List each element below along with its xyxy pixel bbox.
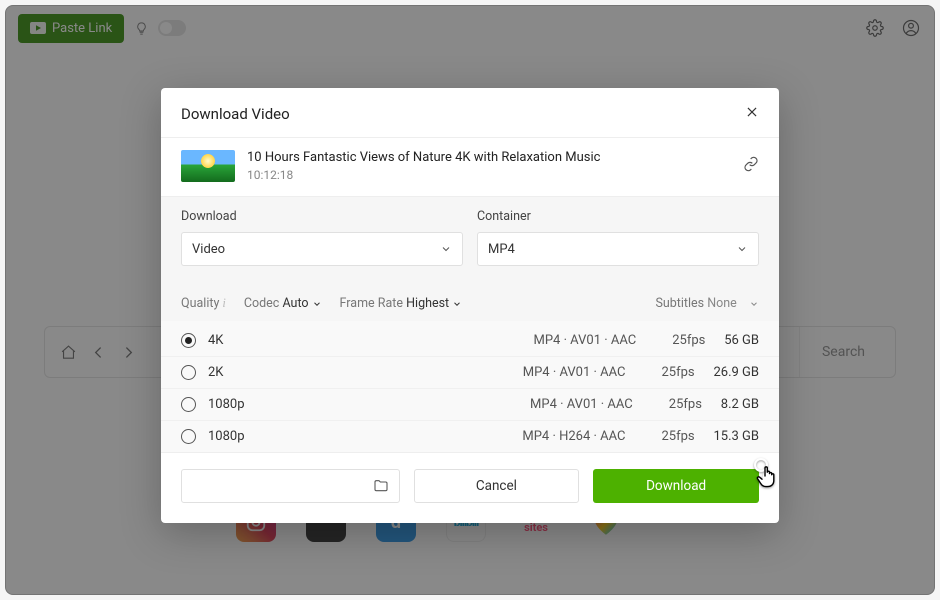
chevron-down-icon (452, 299, 462, 309)
option-fps: 25fps (643, 365, 713, 380)
copy-link-button[interactable] (743, 156, 759, 176)
codec-label: Codec (244, 296, 280, 311)
radio-icon (181, 397, 196, 412)
framerate-label: Frame Rate (340, 296, 403, 311)
chevron-down-icon (440, 243, 452, 255)
video-info: 10 Hours Fantastic Views of Nature 4K wi… (161, 138, 779, 197)
framerate-select[interactable]: Highest (406, 296, 462, 311)
option-size: 56 GB (724, 333, 759, 348)
container-label: Container (477, 209, 759, 224)
modal-footer: Cancel Download (161, 452, 779, 523)
container-value: MP4 (488, 242, 515, 257)
option-fps: 25fps (643, 429, 713, 444)
chevron-down-icon (312, 299, 322, 309)
chevron-down-icon (736, 243, 748, 255)
option-format: MP4 · H264 · AAC (298, 429, 643, 444)
close-button[interactable] (745, 104, 759, 123)
radio-icon (181, 333, 196, 348)
quality-option[interactable]: 1080pMP4 · AV01 · AAC25fps8.2 GB (161, 388, 779, 420)
video-title: 10 Hours Fantastic Views of Nature 4K wi… (247, 150, 600, 165)
info-icon[interactable]: i (222, 296, 225, 310)
download-video-modal: Download Video 10 Hours Fantastic Views … (161, 88, 779, 523)
chevron-down-icon (749, 299, 759, 309)
quality-options: 4KMP4 · AV01 · AAC25fps56 GB2KMP4 · AV01… (161, 321, 779, 452)
option-size: 8.2 GB (721, 397, 759, 412)
video-thumbnail (181, 150, 235, 182)
download-config: Download Video Container MP4 (161, 197, 779, 282)
quality-label: Quality (181, 296, 219, 311)
option-quality: 1080p (208, 397, 298, 412)
option-format: MP4 · AV01 · AAC (298, 333, 654, 348)
quality-option[interactable]: 1080pMP4 · H264 · AAC25fps15.3 GB (161, 420, 779, 452)
output-path-picker[interactable] (181, 469, 400, 503)
option-size: 15.3 GB (713, 429, 759, 444)
download-button[interactable]: Download (593, 469, 759, 503)
container-select[interactable]: MP4 (477, 232, 759, 266)
option-fps: 25fps (651, 397, 721, 412)
video-duration: 10:12:18 (247, 168, 600, 182)
option-quality: 2K (208, 365, 298, 380)
filter-bar: Qualityi Codec Auto Frame Rate Highest S… (161, 282, 779, 321)
radio-icon (181, 429, 196, 444)
option-size: 26.9 GB (713, 365, 759, 380)
option-fps: 25fps (654, 333, 724, 348)
codec-select[interactable]: Auto (282, 296, 321, 311)
folder-icon (373, 478, 389, 494)
cancel-button[interactable]: Cancel (414, 469, 580, 503)
modal-title: Download Video (181, 105, 290, 123)
radio-icon (181, 365, 196, 380)
option-quality: 1080p (208, 429, 298, 444)
quality-option[interactable]: 4KMP4 · AV01 · AAC25fps56 GB (161, 325, 779, 356)
download-type-select[interactable]: Video (181, 232, 463, 266)
download-type-label: Download (181, 209, 463, 224)
quality-option[interactable]: 2KMP4 · AV01 · AAC25fps26.9 GB (161, 356, 779, 388)
option-format: MP4 · AV01 · AAC (298, 397, 651, 412)
modal-header: Download Video (161, 88, 779, 138)
subtitles-label: Subtitles (655, 296, 704, 311)
subtitles-select[interactable]: None (707, 296, 759, 311)
download-type-value: Video (192, 242, 225, 257)
option-quality: 4K (208, 333, 298, 348)
link-icon (743, 156, 759, 172)
option-format: MP4 · AV01 · AAC (298, 365, 643, 380)
close-icon (745, 105, 759, 119)
